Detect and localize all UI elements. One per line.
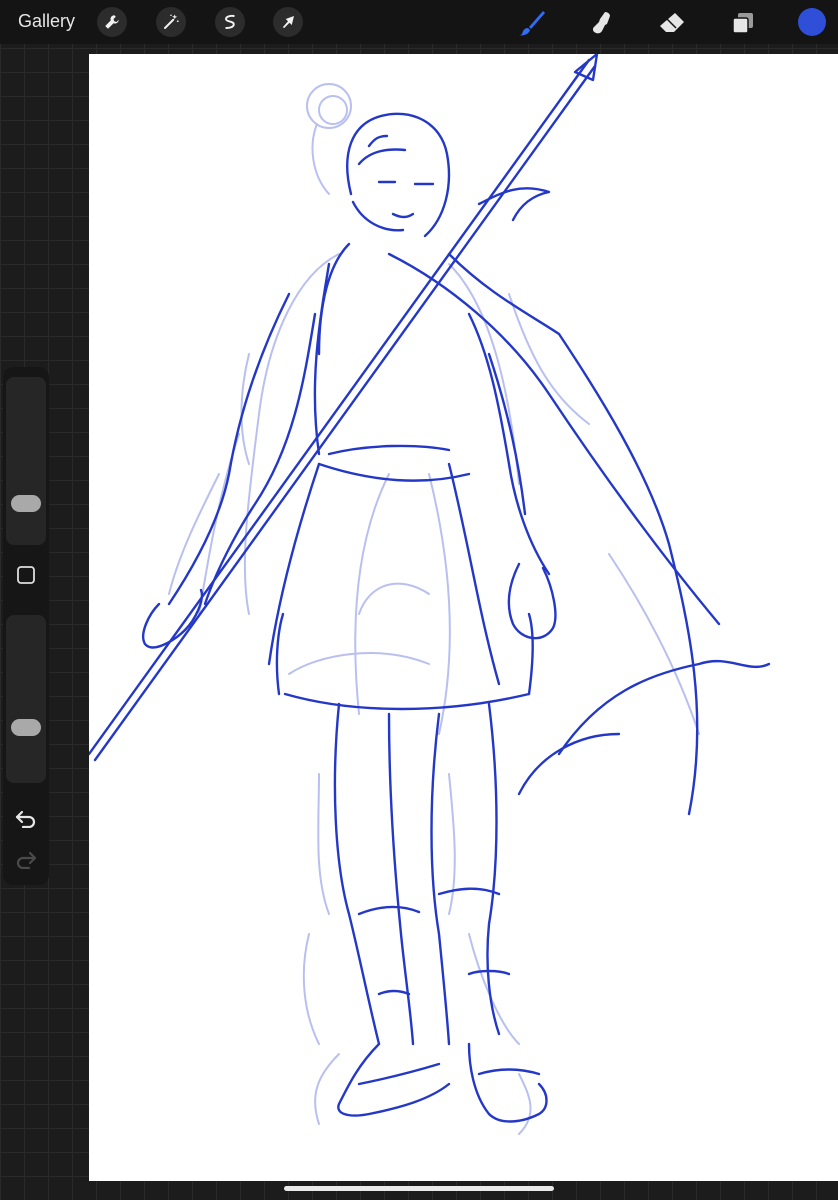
adjustments-button[interactable] <box>156 7 186 37</box>
redo-icon <box>16 851 37 869</box>
undo-button[interactable] <box>13 806 39 830</box>
transform-button[interactable] <box>273 7 303 37</box>
layers-button[interactable] <box>726 6 760 40</box>
brush-size-slider[interactable] <box>6 377 46 545</box>
sketch-ink-layer <box>89 54 771 1123</box>
square-icon <box>17 566 35 584</box>
brush-icon <box>519 11 545 36</box>
selection-button[interactable] <box>215 7 245 37</box>
smudge-tool-button[interactable] <box>585 6 619 40</box>
eraser-tool-button[interactable] <box>655 6 689 40</box>
brush-opacity-thumb[interactable] <box>11 718 41 736</box>
smudge-icon <box>592 12 610 34</box>
home-indicator[interactable] <box>284 1186 554 1191</box>
undo-icon <box>15 810 36 828</box>
brush-tool-button[interactable] <box>515 6 549 40</box>
gallery-button[interactable]: Gallery <box>18 11 75 32</box>
layers-icon <box>732 13 753 34</box>
sketch-construction-layer <box>168 83 700 1135</box>
redo-button[interactable] <box>13 847 39 871</box>
actions-button[interactable] <box>97 7 127 37</box>
top-toolbar: Gallery <box>0 0 838 44</box>
wrench-icon <box>105 15 119 29</box>
left-sidebar <box>3 367 49 885</box>
character-sketch <box>89 54 771 1135</box>
selection-icon <box>225 14 235 29</box>
magic-wand-icon <box>164 14 179 29</box>
drawing-canvas[interactable] <box>89 54 838 1181</box>
transform-arrow-icon <box>282 16 294 28</box>
modify-button[interactable] <box>16 565 36 585</box>
color-picker-button[interactable] <box>798 8 826 36</box>
eraser-icon <box>660 13 684 32</box>
brush-size-thumb[interactable] <box>11 494 41 512</box>
brush-opacity-slider[interactable] <box>6 615 46 783</box>
